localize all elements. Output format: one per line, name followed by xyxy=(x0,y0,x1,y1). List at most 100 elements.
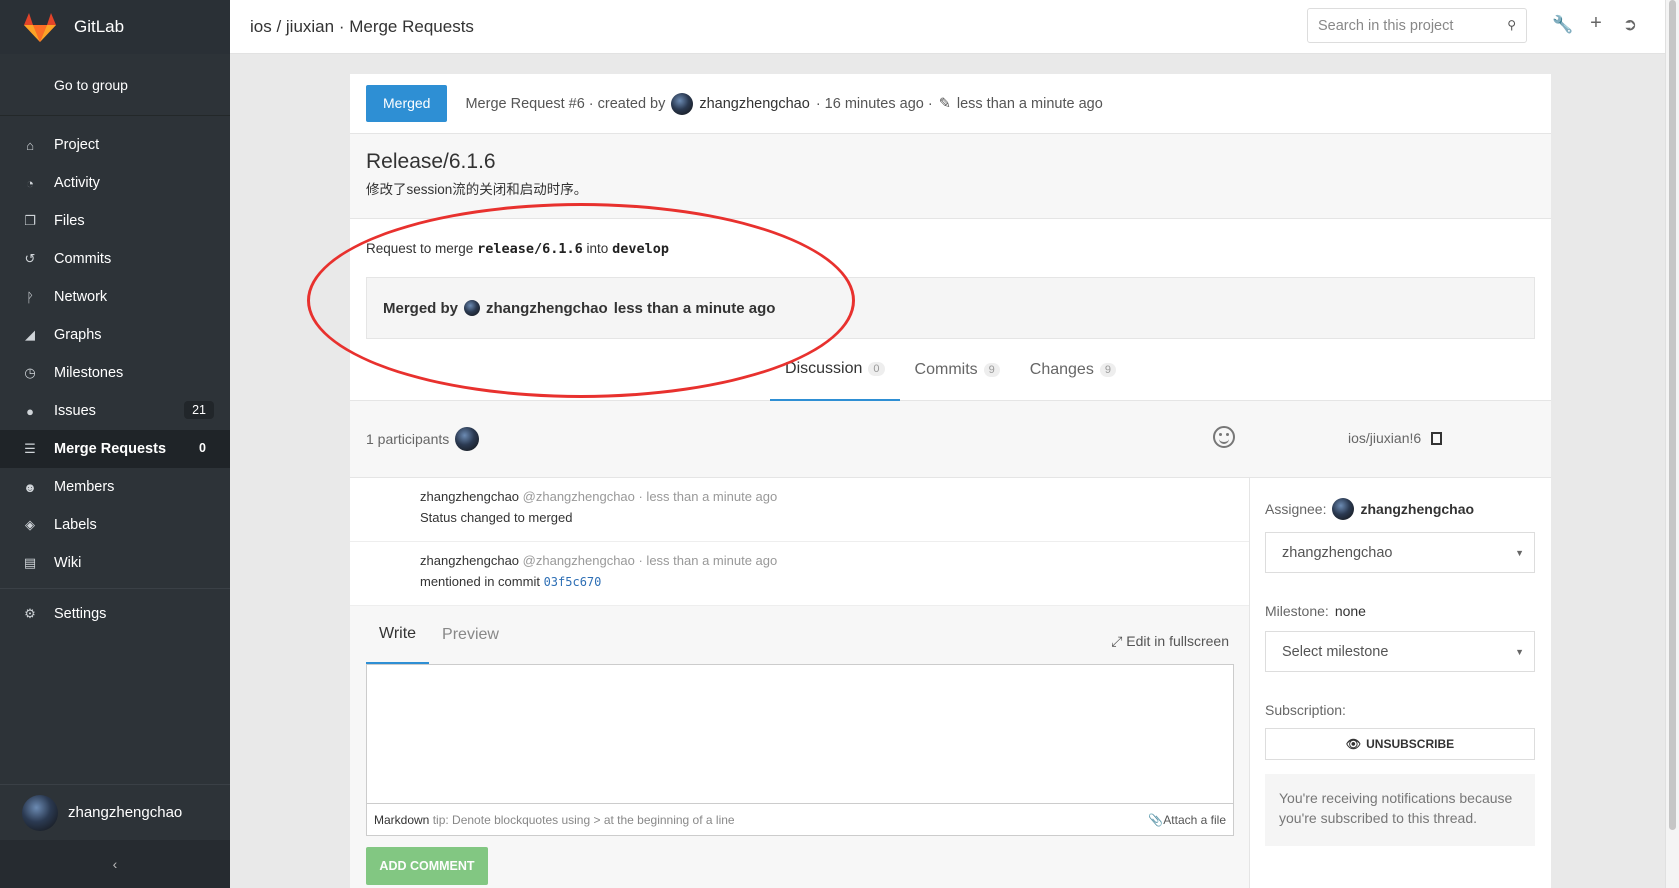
markdown-link[interactable]: Markdown xyxy=(374,813,429,827)
sidebar-item-members[interactable]: ☻ Members xyxy=(0,468,230,506)
avatar xyxy=(1332,498,1355,520)
sidebar-item-wiki[interactable]: ▤ Wiki xyxy=(0,544,230,582)
attach-label: Attach a file xyxy=(1163,812,1226,827)
paperclip-icon: 📎 xyxy=(1148,812,1164,827)
edit-icon: ✎ xyxy=(938,95,951,112)
note-body: mentioned in commit xyxy=(420,574,540,589)
commit-link[interactable]: 03f5c670 xyxy=(544,575,602,589)
collapse-sidebar-button[interactable]: ‹ xyxy=(0,840,230,888)
issues-count-badge: 21 xyxy=(184,401,214,419)
note-author[interactable]: zhangzhengchao xyxy=(420,489,519,504)
mr-number-text: Merge Request #6 · created by xyxy=(465,95,666,112)
sidebar-item-project[interactable]: ⌂ Project xyxy=(0,126,230,164)
avatar[interactable] xyxy=(455,427,480,451)
tab-label: Commits xyxy=(914,361,978,378)
note-body: Status changed to merged xyxy=(420,510,573,525)
sidebar-username: zhangzhengchao xyxy=(68,804,183,821)
files-icon: ❐ xyxy=(24,213,36,228)
tab-changes[interactable]: Changes 9 xyxy=(1015,339,1131,401)
note-meta: @zhangzhengchao · less than a minute ago xyxy=(522,553,778,568)
book-icon: ▤ xyxy=(23,555,37,570)
sidebar-user[interactable]: zhangzhengchao xyxy=(0,784,230,840)
scrollbar-thumb[interactable] xyxy=(1669,0,1676,830)
sidebar-item-commits[interactable]: ↺ Commits xyxy=(0,240,230,278)
milestone-value: none xyxy=(1334,603,1366,619)
mr-description: 修改了session流的关闭和启动时序。 xyxy=(366,182,588,197)
mr-title: Release/6.1.6 xyxy=(366,150,496,173)
search-input[interactable]: Search in this project ⚲ xyxy=(1307,8,1527,43)
sidebar-item-label: Files xyxy=(54,213,85,229)
mr-author-link[interactable]: zhangzhengchao xyxy=(699,96,809,112)
sidebar-divider xyxy=(0,588,230,589)
search-placeholder: Search in this project xyxy=(1318,17,1454,34)
sidebar-item-settings[interactable]: ⚙ Settings xyxy=(0,595,230,633)
comment-textarea[interactable] xyxy=(366,664,1234,804)
attach-file-link[interactable]: 📎Attach a file xyxy=(1148,813,1226,827)
fullscreen-link[interactable]: ⤢ Edit in fullscreen xyxy=(1111,633,1229,650)
merge-request-panel: Merged Merge Request #6 · created by zha… xyxy=(350,74,1551,888)
tab-preview[interactable]: Preview xyxy=(429,606,512,664)
merged-by-user[interactable]: zhangzhengchao xyxy=(486,300,608,317)
sidebar-item-merge-requests[interactable]: ☰ Merge Requests 0 xyxy=(0,430,230,468)
sidebar-item-milestones[interactable]: ◷ Milestones xyxy=(0,354,230,392)
emoji-award-icon[interactable] xyxy=(1213,426,1235,448)
sidebar-item-label: Project xyxy=(54,137,100,153)
mr-title-block: Release/6.1.6 修改了session流的关闭和启动时序。 xyxy=(350,134,1551,219)
tab-count: 0 xyxy=(868,362,885,376)
issuable-sidebar: Assignee: zhangzhengchao zhangzhengchao … xyxy=(1250,478,1550,888)
list-item: zhangzhengchao @zhangzhengchao · less th… xyxy=(350,478,1249,542)
mr-status-row: Merged Merge Request #6 · created by zha… xyxy=(350,74,1551,134)
go-to-group-link[interactable]: Go to group xyxy=(0,54,230,116)
chevron-down-icon: ▼ xyxy=(1515,548,1524,558)
tags-icon: ◈ xyxy=(25,517,35,532)
participants-label: 1 participants xyxy=(366,431,450,447)
tab-commits[interactable]: Commits 9 xyxy=(900,339,1015,401)
note-author[interactable]: zhangzhengchao xyxy=(420,553,519,568)
tab-write[interactable]: Write xyxy=(366,606,430,664)
assignee-row: Assignee: zhangzhengchao xyxy=(1265,498,1535,520)
plus-icon[interactable]: + xyxy=(1586,12,1606,35)
add-comment-button[interactable]: ADD COMMENT xyxy=(366,847,488,885)
assignee-select-value: zhangzhengchao xyxy=(1282,544,1393,561)
sidebar-item-label: Network xyxy=(54,289,108,305)
copy-clipboard-icon[interactable] xyxy=(1431,432,1443,445)
top-header: ios / jiuxian · Merge Requests Search in… xyxy=(230,0,1679,54)
avatar xyxy=(671,92,694,115)
sign-out-icon[interactable]: ➲ xyxy=(1620,15,1640,35)
search-icon: ⚲ xyxy=(1507,18,1516,32)
sidebar-item-labels[interactable]: ◈ Labels xyxy=(0,506,230,544)
avatar xyxy=(464,300,481,316)
reference-text: ios/jiuxian!6 xyxy=(1348,430,1422,446)
assignee-name[interactable]: zhangzhengchao xyxy=(1360,501,1474,517)
unsubscribe-button[interactable]: 👁 UNSUBSCRIBE xyxy=(1265,728,1535,760)
tab-discussion[interactable]: Discussion 0 xyxy=(770,339,900,401)
notification-reason: You're receiving notifications because y… xyxy=(1265,774,1535,846)
sidebar-item-label: Graphs xyxy=(54,327,102,343)
sidebar-item-activity[interactable]: ◔ Activity xyxy=(0,164,230,202)
mr-created-time: · 16 minutes ago · xyxy=(815,95,933,112)
mr-edited-time: less than a minute ago xyxy=(956,95,1103,112)
sidebar-item-label: Commits xyxy=(54,251,112,267)
markdown-tip-text: tip: Denote blockquotes using > at the b… xyxy=(432,812,735,827)
logo-row[interactable]: GitLab xyxy=(0,0,230,54)
merged-time: less than a minute ago xyxy=(613,299,776,317)
tab-label: Discussion xyxy=(785,360,863,377)
sidebar-item-graphs[interactable]: ◢ Graphs xyxy=(0,316,230,354)
wrench-icon[interactable]: 🔧 xyxy=(1552,15,1573,35)
eye-icon: 👁 xyxy=(1345,737,1362,751)
sidebar-item-issues[interactable]: ● Issues 21 xyxy=(0,392,230,430)
fullscreen-label: Edit in fullscreen xyxy=(1126,633,1229,649)
assignee-select[interactable]: zhangzhengchao ▼ xyxy=(1265,532,1535,573)
sidebar-item-files[interactable]: ❐ Files xyxy=(0,202,230,240)
page-scrollbar[interactable] xyxy=(1665,0,1679,888)
dashboard-icon: ◔ xyxy=(26,175,34,191)
milestone-select[interactable]: Select milestone ▼ xyxy=(1265,631,1535,672)
sidebar: GitLab Go to group ⌂ Project ◔ Activity ❐ F… xyxy=(0,0,230,888)
subscription-label: Subscription: xyxy=(1265,702,1346,718)
exclamation-circle-icon: ● xyxy=(26,403,34,419)
page-title: ios / jiuxian · Merge Requests xyxy=(250,16,474,36)
users-icon: ☻ xyxy=(23,479,37,495)
list-icon: ☰ xyxy=(24,441,36,456)
notes-column: zhangzhengchao @zhangzhengchao · less th… xyxy=(350,478,1250,888)
sidebar-item-network[interactable]: ᚹ Network xyxy=(0,278,230,316)
